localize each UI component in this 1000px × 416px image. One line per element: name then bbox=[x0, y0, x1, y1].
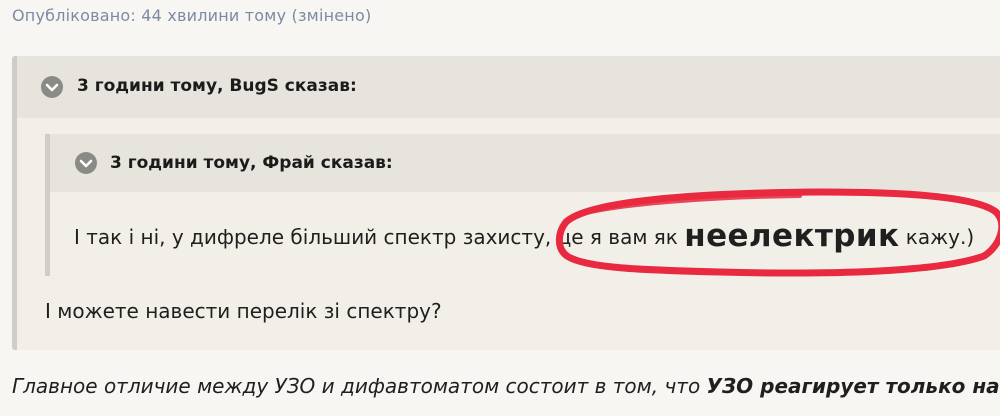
chevron-down-icon[interactable] bbox=[75, 152, 97, 174]
outer-quote-block: 3 години тому, BugS сказав: 3 години том… bbox=[12, 56, 1000, 350]
inner-quote-header[interactable]: 3 години тому, Фрай сказав: bbox=[50, 134, 1000, 192]
inner-quote-text-before: І так і ні, у дифреле більший спектр зах… bbox=[74, 225, 685, 249]
inner-quote-block: 3 години тому, Фрай сказав: І так і ні, … bbox=[45, 134, 1000, 276]
outer-quote-reply-text: І можете навести перелік зі спектру? bbox=[45, 299, 442, 323]
post-body-italic: Главное отличие между УЗО и дифавтоматом… bbox=[12, 374, 707, 398]
forum-post: Опубліковано: 44 хвилини тому (змінено) … bbox=[0, 0, 1000, 416]
post-body-text: Главное отличие между УЗО и дифавтоматом… bbox=[12, 374, 1000, 398]
outer-quote-header[interactable]: 3 години тому, BugS сказав: bbox=[17, 56, 1000, 118]
chevron-down-icon[interactable] bbox=[41, 76, 63, 98]
inner-quote-citation[interactable]: 3 години тому, Фрай сказав: bbox=[110, 153, 393, 173]
post-body-bold: УЗО реагирует только на bbox=[706, 374, 1000, 398]
post-published-meta: Опубліковано: 44 хвилини тому (змінено) bbox=[12, 6, 372, 25]
inner-quote-text: І так і ні, у дифреле більший спектр зах… bbox=[74, 221, 975, 252]
inner-quote-emphasis: неелектрик bbox=[684, 218, 900, 254]
inner-quote-text-after: кажу.) bbox=[899, 225, 975, 249]
outer-quote-citation[interactable]: 3 години тому, BugS сказав: bbox=[77, 76, 357, 96]
